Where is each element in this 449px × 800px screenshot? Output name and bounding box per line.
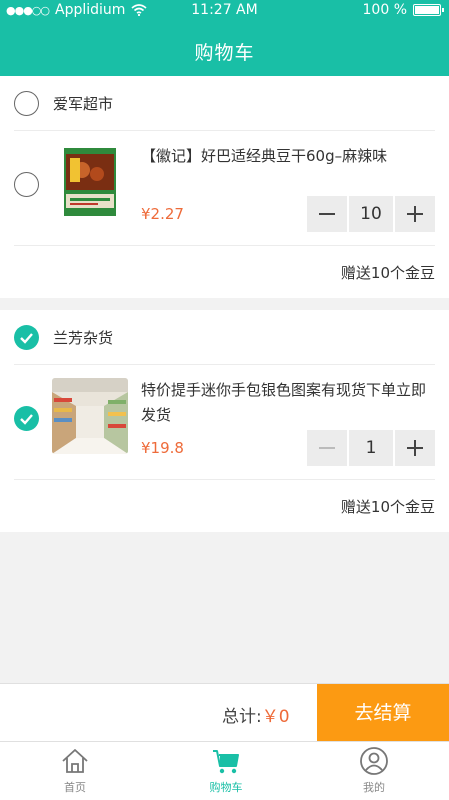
product-image[interactable] [52,378,128,454]
bonus-text: 赠送10个金豆 [340,264,435,282]
store-name[interactable]: 爱军超市 [53,93,113,114]
user-icon [360,747,388,775]
total-summary: 总计:￥0 [222,702,290,727]
quantity-value[interactable]: 1 [349,430,393,466]
bonus-text: 赠送10个金豆 [340,498,435,516]
product-title[interactable]: 【徽记】好巴适经典豆干60g–麻辣味 [141,144,435,169]
tab-label: 购物车 [209,781,243,794]
total-label: 总计: [222,707,262,727]
increase-button[interactable] [395,196,435,232]
battery-icon [413,4,444,16]
tab-label: 我的 [363,781,385,794]
battery-percent: 100 % [362,2,407,18]
cart-item: 特价提手迷你手包银色图案有现货下单立即发货 ¥19.8 1 [0,364,449,479]
decrease-button[interactable] [307,430,347,466]
product-image[interactable] [52,144,128,220]
store-section: 爱军超市 【徽记】好巴适经典豆干60g–麻辣味 ¥2.27 10 赠送10个金豆 [0,76,449,298]
cart-item: 【徽记】好巴适经典豆干60g–麻辣味 ¥2.27 10 [0,130,449,245]
checkout-button[interactable]: 去结算 [317,684,449,742]
tab-home[interactable]: 首页 [30,746,120,800]
quantity-value[interactable]: 10 [349,196,393,232]
tab-profile[interactable]: 我的 [329,746,419,800]
checkout-bar: 总计:￥0 去结算 [0,683,449,742]
tab-label: 首页 [64,781,86,794]
cart-icon [213,750,239,774]
divider [14,479,435,480]
total-value: ￥0 [261,707,290,727]
divider [14,245,435,246]
home-icon [62,749,88,773]
product-title[interactable]: 特价提手迷你手包银色图案有现货下单立即发货 [141,378,435,428]
tab-cart[interactable]: 购物车 [181,746,271,800]
checkmark-icon [20,333,33,344]
store-select-checkbox[interactable] [14,91,39,116]
checkmark-icon [20,414,33,425]
product-price: ¥19.8 [141,439,184,457]
decrease-button[interactable] [307,196,347,232]
tab-bar: 首页 购物车 我的 [0,741,449,800]
product-price: ¥2.27 [141,205,184,223]
store-header: 兰芳杂货 [0,310,449,364]
store-section: 兰芳杂货 特价提手迷你手包银色图案有现货下单立即发货 ¥19.8 1 赠送10个… [0,310,449,532]
increase-button[interactable] [395,430,435,466]
store-name[interactable]: 兰芳杂货 [53,327,113,348]
nav-header: ●●●○○ Applidium 11:27 AM 100 % 购物车 [0,0,449,76]
item-select-checkbox[interactable] [14,406,39,431]
store-header: 爱军超市 [0,76,449,130]
store-select-checkbox[interactable] [14,325,39,350]
item-select-checkbox[interactable] [14,172,39,197]
quantity-stepper: 1 [307,430,435,466]
page-title: 购物车 [194,42,255,64]
quantity-stepper: 10 [307,196,435,232]
status-bar: ●●●○○ Applidium 11:27 AM 100 % [0,0,449,22]
